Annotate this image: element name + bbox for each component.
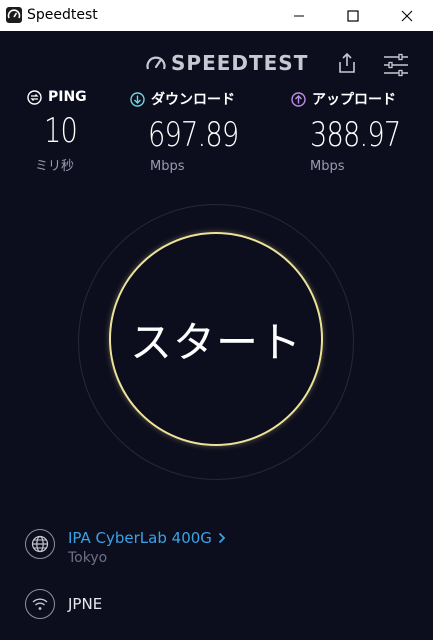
share-button[interactable]: [336, 51, 358, 75]
start-button[interactable]: スタート: [109, 232, 323, 446]
upload-label: アップロード: [312, 92, 396, 108]
ping-icon: [27, 89, 42, 105]
maximize-button[interactable]: [330, 0, 376, 31]
download-arrow-icon: [130, 91, 145, 107]
upload-header: アップロード: [291, 89, 423, 109]
upload-unit: Mbps: [310, 159, 345, 174]
speedtest-logo: SPEEDTEST: [145, 51, 308, 75]
chevron-right-icon: [218, 532, 226, 544]
ping-label: PING: [48, 89, 87, 105]
download-value: 697.89: [148, 115, 239, 155]
isp-name: JPNE: [68, 595, 103, 613]
wifi-icon: [25, 589, 55, 619]
isp-info: JPNE: [25, 589, 102, 619]
server-info: IPA CyberLab 400G Tokyo: [68, 529, 226, 566]
minimize-icon: [294, 15, 304, 16]
download-label: ダウンロード: [151, 92, 235, 108]
gauge-logo-icon: [146, 56, 166, 70]
server-selector[interactable]: IPA CyberLab 400G Tokyo: [25, 529, 226, 566]
ping-header: PING: [27, 89, 87, 105]
sliders-icon: [384, 53, 408, 77]
main-panel: SPEEDTEST PING 10 ミリ秒 ダウンロード 697.89 Mbps: [0, 31, 433, 640]
settings-button[interactable]: [383, 53, 409, 77]
title-bar: Speedtest: [0, 0, 433, 31]
window-title: Speedtest: [27, 7, 98, 23]
server-name-row[interactable]: IPA CyberLab 400G: [68, 529, 226, 547]
ping-unit: ミリ秒: [35, 159, 75, 174]
speedtest-app-icon: [6, 7, 22, 23]
close-icon: [401, 10, 413, 21]
upload-metric: アップロード 388.97 Mbps: [291, 89, 423, 174]
share-icon: [339, 52, 355, 73]
logo-text: SPEEDTEST: [171, 51, 309, 75]
maximize-icon: [347, 9, 359, 22]
server-name[interactable]: IPA CyberLab 400G: [68, 529, 212, 547]
ping-value: 10: [44, 111, 78, 151]
download-header: ダウンロード: [130, 89, 261, 109]
minimize-button[interactable]: [276, 0, 322, 31]
server-location: Tokyo: [68, 550, 108, 566]
ping-metric: PING 10 ミリ秒: [27, 89, 87, 174]
close-button[interactable]: [384, 0, 430, 31]
download-metric: ダウンロード 697.89 Mbps: [130, 89, 261, 174]
upload-arrow-icon: [291, 91, 306, 107]
upload-value: 388.97: [310, 115, 401, 155]
globe-icon: [25, 529, 55, 559]
download-unit: Mbps: [150, 159, 185, 174]
start-button-label: スタート: [129, 317, 302, 367]
